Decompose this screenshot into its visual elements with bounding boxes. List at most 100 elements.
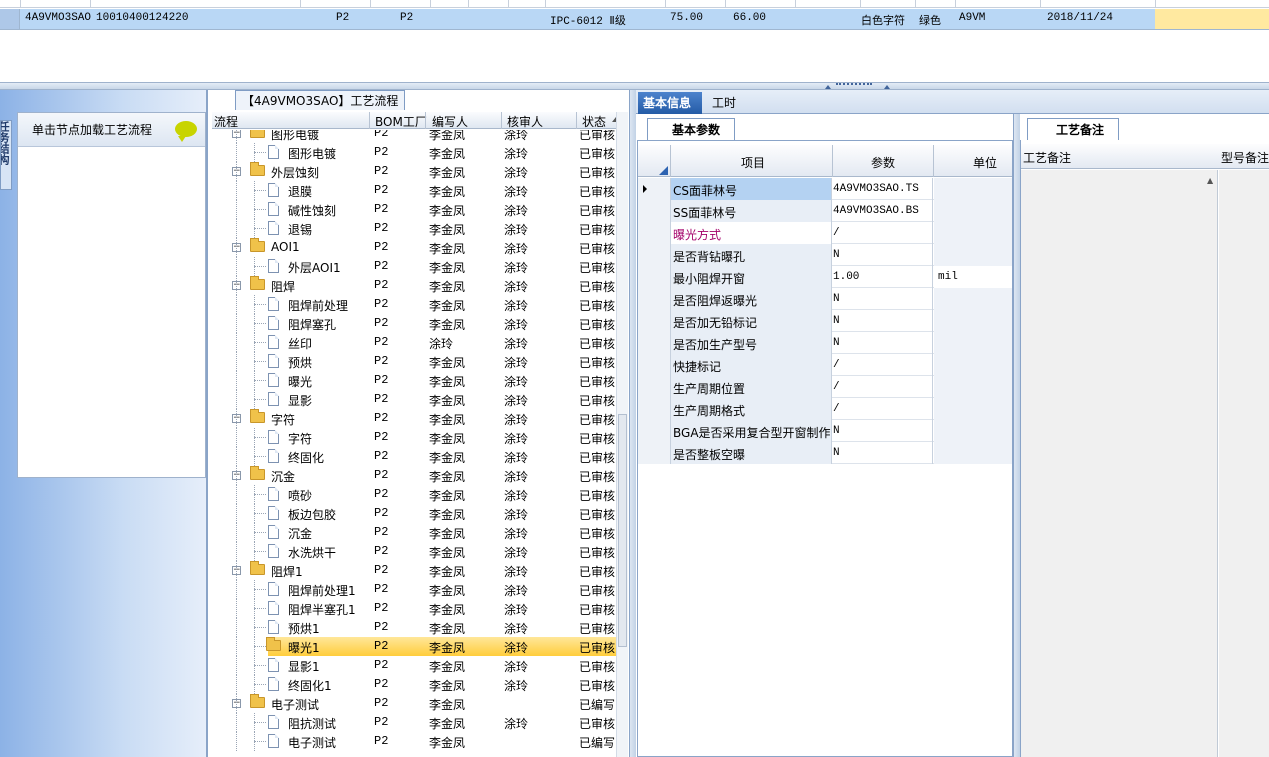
row-indicator[interactable] [638,398,671,420]
tree-scroll-thumb[interactable] [618,414,627,647]
tree-step-row[interactable]: 字符 P2 李金凤 涂玲 已审核 [212,428,616,447]
row-indicator[interactable] [638,332,671,354]
tree-step-row[interactable]: 预烘 P2 李金凤 涂玲 已审核 [212,352,616,371]
tree-step-row[interactable]: 阻焊前处理 P2 李金凤 涂玲 已审核 [212,295,616,314]
grid-corner-icon[interactable] [638,145,671,177]
param-row[interactable]: 是否加生产型号 N [638,332,1012,354]
param-row[interactable]: SS面菲林号 4A9VMO3SAO.BS [638,200,1012,222]
param-value[interactable]: 1.00 [833,266,933,288]
task-structure-tab[interactable]: 任务结构 [0,120,12,190]
param-value[interactable]: / [833,222,933,244]
tree-step-row[interactable]: 显影1 P2 李金凤 涂玲 已审核 [212,656,616,675]
param-value[interactable]: N [833,244,933,266]
row-indicator[interactable] [638,288,671,310]
tab-basic-params[interactable]: 基本参数 [647,118,735,140]
tree-step-row[interactable]: 阻抗测试 P2 李金凤 涂玲 已审核 [212,713,616,732]
param-value[interactable]: 4A9VMO3SAO.BS [833,200,933,222]
scroll-up-icon[interactable]: ▲ [1207,176,1213,185]
param-row[interactable]: 快捷标记 / [638,354,1012,376]
splitter-grip-icon[interactable] [836,83,872,86]
tab-work-hours[interactable]: 工时 [712,94,736,111]
tab-process-remarks[interactable]: 工艺备注 [1027,118,1119,140]
tree-group-row[interactable]: − 外层蚀刻 P2 李金凤 涂玲 已审核 [212,162,616,181]
row-indicator[interactable] [638,376,671,398]
col-bom-factory[interactable]: BOM工厂 [375,113,427,130]
row-indicator[interactable] [638,200,671,222]
tree-group-row[interactable]: − 阻焊1 P2 李金凤 涂玲 已审核 [212,561,616,580]
col-model-remark[interactable]: 型号备注 [1221,149,1269,166]
row-indicator[interactable] [638,442,671,464]
row-indicator[interactable] [638,310,671,332]
param-row[interactable]: BGA是否采用复合型开窗制作 N [638,420,1012,442]
tree-step-row[interactable]: 预烘1 P2 李金凤 涂玲 已审核 [212,618,616,637]
row-indicator[interactable] [638,354,671,376]
param-row[interactable]: CS面菲林号 4A9VMO3SAO.TS [638,178,1012,200]
tree-step-row[interactable]: 阻焊塞孔 P2 李金凤 涂玲 已审核 [212,314,616,333]
param-row[interactable]: 曝光方式 / [638,222,1012,244]
tab-basic-info[interactable]: 基本信息 [638,92,702,114]
horizontal-splitter[interactable] [0,82,1269,90]
col-writer[interactable]: 编写人 [432,113,468,130]
tree-step-row[interactable]: 终固化 P2 李金凤 涂玲 已审核 [212,447,616,466]
process-tree-tab[interactable]: 【4A9VMO3SAO】工艺流程 [235,90,406,110]
tree-group-row[interactable]: − 字符 P2 李金凤 涂玲 已审核 [212,409,616,428]
param-row[interactable]: 最小阻焊开窗 1.00 mil [638,266,1012,288]
model-remark-text[interactable] [1219,170,1269,757]
col-flow[interactable]: 流程 [214,113,238,130]
col-item[interactable]: 项目 [741,154,765,171]
param-value[interactable]: / [833,376,933,398]
col-unit[interactable]: 单位 [973,154,997,171]
tree-group-row[interactable]: − AOI1 P2 李金凤 涂玲 已审核 [212,238,616,257]
param-value[interactable]: N [833,420,933,442]
row-indicator[interactable] [638,420,671,442]
col-status[interactable]: 状态 [582,113,606,130]
param-value[interactable]: N [833,288,933,310]
param-value[interactable]: / [833,354,933,376]
vertical-splitter-2[interactable] [1013,114,1020,757]
current-row-indicator-icon[interactable] [638,178,671,200]
tree-step-row[interactable]: 沉金 P2 李金凤 涂玲 已审核 [212,523,616,542]
tree-step-row[interactable]: 图形电镀 P2 李金凤 涂玲 已审核 [212,143,616,162]
row-indicator[interactable] [638,244,671,266]
tree-step-row[interactable]: 阻焊半塞孔1 P2 李金凤 涂玲 已审核 [212,599,616,618]
tree-group-row[interactable]: − 阻焊 P2 李金凤 涂玲 已审核 [212,276,616,295]
tree-step-row[interactable]: 丝印 P2 涂玲 涂玲 已审核 [212,333,616,352]
tree-step-row[interactable]: 水洗烘干 P2 李金凤 涂玲 已审核 [212,542,616,561]
param-row[interactable]: 是否整板空曝 N [638,442,1012,464]
collapse-up-icon[interactable] [825,85,831,89]
tree-group-row[interactable]: − 电子测试 P2 李金凤 已编写 [212,694,616,713]
tree-step-row[interactable]: 退膜 P2 李金凤 涂玲 已审核 [212,181,616,200]
tree-group-row[interactable]: − 沉金 P2 李金凤 涂玲 已审核 [212,466,616,485]
tree-step-row[interactable]: 终固化1 P2 李金凤 涂玲 已审核 [212,675,616,694]
tree-step-row[interactable]: 板边包胶 P2 李金凤 涂玲 已审核 [212,504,616,523]
param-value[interactable]: 4A9VMO3SAO.TS [833,178,933,200]
tree-step-row[interactable]: 显影 P2 李金凤 涂玲 已审核 [212,390,616,409]
tree-scrollbar[interactable] [616,112,628,757]
param-row[interactable]: 是否加无铅标记 N [638,310,1012,332]
col-reviewer[interactable]: 核审人 [507,113,543,130]
param-value[interactable]: N [833,332,933,354]
param-value[interactable]: / [833,398,933,420]
param-row[interactable]: 是否阻焊返曝光 N [638,288,1012,310]
param-row[interactable]: 是否背钻曝孔 N [638,244,1012,266]
param-row[interactable]: 生产周期位置 / [638,376,1012,398]
tree-step-row[interactable]: 电子测试 P2 李金凤 已编写 [212,732,616,751]
col-param[interactable]: 参数 [871,154,895,171]
selected-order-row[interactable]: 4A9VMO3SAO 10010400124220 P2 P2 IPC-6012… [0,9,1269,30]
param-row[interactable]: 生产周期格式 / [638,398,1012,420]
tree-step-row[interactable]: 碱性蚀刻 P2 李金凤 涂玲 已审核 [212,200,616,219]
highlight-cell[interactable] [1155,9,1269,29]
col-process-remark[interactable]: 工艺备注 [1023,149,1071,166]
row-selector[interactable] [0,9,20,29]
tree-step-row[interactable]: 喷砂 P2 李金凤 涂玲 已审核 [212,485,616,504]
tree-step-row[interactable]: 曝光 P2 李金凤 涂玲 已审核 [212,371,616,390]
collapse-up-icon-2[interactable] [884,85,890,89]
tree-step-row[interactable]: 退锡 P2 李金凤 涂玲 已审核 [212,219,616,238]
tree-step-row[interactable]: 曝光1 P2 李金凤 涂玲 已审核 [212,637,616,656]
tree-step-row[interactable]: 外层AOI1 P2 李金凤 涂玲 已审核 [212,257,616,276]
vertical-splitter-1[interactable] [629,90,636,757]
process-remark-text[interactable] [1021,170,1218,757]
param-value[interactable]: N [833,310,933,332]
param-value[interactable]: N [833,442,933,464]
tree-step-row[interactable]: 阻焊前处理1 P2 李金凤 涂玲 已审核 [212,580,616,599]
